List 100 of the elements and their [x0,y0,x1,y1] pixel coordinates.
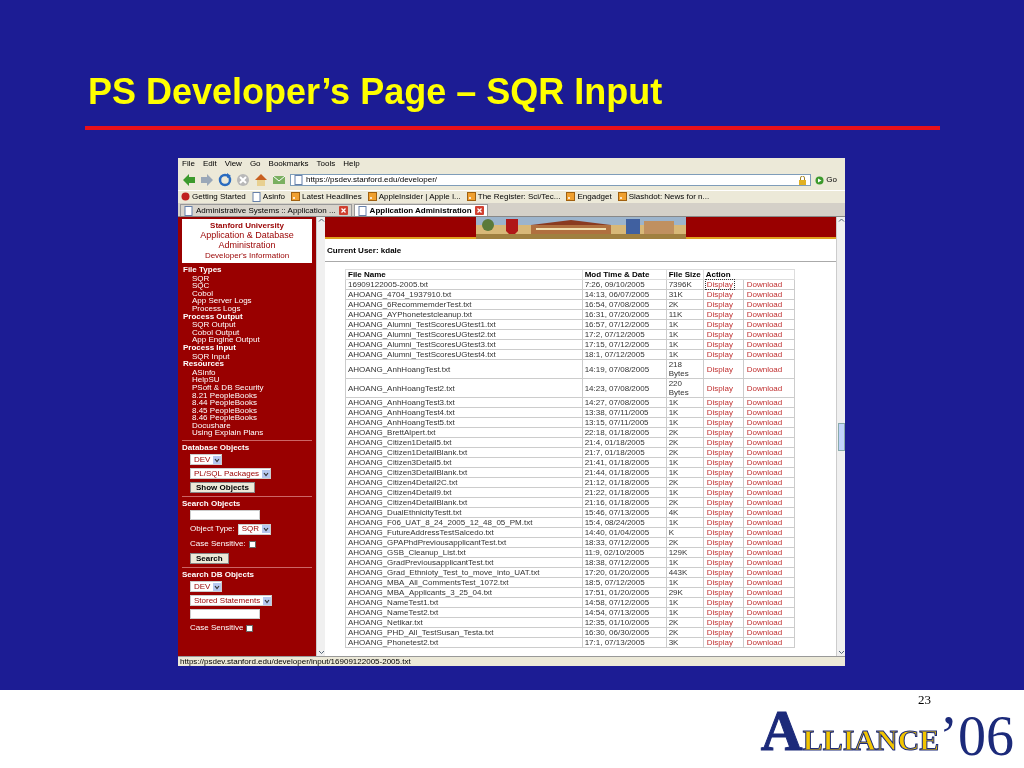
table-cell: AHOANG_Citizen3Detail5.txt [345,457,583,468]
table-cell: 13:38, 07/11/2005 [582,407,667,418]
back-arrow-icon[interactable] [182,173,196,187]
sidebar-link[interactable]: Process Logs [182,304,312,313]
table-cell: 21:7, 01/18/2005 [582,447,667,458]
table-cell: 18:38, 07/12/2005 [582,557,667,568]
table-cell: 22:18, 01/18/2005 [582,427,667,438]
menu-item[interactable]: File [182,158,195,170]
table-cell: AHOANG_AnhHoangTest2.txt [345,378,583,398]
bookmark-item[interactable]: Engadget [566,191,612,203]
browser-tab[interactable]: Administrative Systems :: Application ... [180,204,352,216]
table-cell: AHOANG_F06_UAT_8_24_2005_12_48_05_PM.txt [345,517,583,528]
menu-item[interactable]: View [224,158,242,170]
sidebar-link[interactable]: HelpSU [182,376,312,384]
table-cell: 16:54, 07/08/2005 [582,299,667,310]
menu-item[interactable]: Tools [316,158,336,170]
sidebar-link[interactable]: Cobol [182,289,312,298]
form-heading: Database Objects [182,443,251,454]
checkbox[interactable] [248,540,256,548]
table-cell: 2K [666,627,704,638]
table-cell: 13:15, 07/11/2005 [582,417,667,428]
table-cell: AHOANG_MBA_All_CommentsTest_1072.txt [345,577,583,588]
bookmark-item[interactable]: AppleInsider | Apple I... [367,191,461,203]
table-cell: AHOANG_AnhHoangTest4.txt [345,407,583,418]
table-cell: 220 Bytes [666,378,704,398]
sidebar-link[interactable]: SQR Output [182,321,312,329]
sidebar-link[interactable]: Using Explain Plans [182,429,312,438]
menu-item[interactable]: Help [343,158,360,170]
mail-icon[interactable] [272,173,286,187]
caret-icon [214,456,221,463]
scroll-down-icon[interactable] [837,649,845,656]
bookmark-item[interactable]: Asinfo [251,191,286,203]
text-field[interactable] [190,609,260,620]
table-cell: 15:46, 07/13/2005 [582,507,667,518]
forward-arrow-icon[interactable] [200,173,214,187]
form-button[interactable]: Search [190,553,229,565]
form-button[interactable]: Show Objects [190,482,255,494]
close-icon[interactable] [338,206,348,215]
table-cell: 3K [666,637,704,648]
browser-tab[interactable]: Application Administration [353,204,488,216]
app-title: Application & Database Administration [199,230,295,250]
scrollbar[interactable] [316,217,325,656]
address-bar[interactable]: https://psdev.stanford.edu/developer/ [290,174,812,186]
university-name: Stanford University [209,221,285,230]
table-cell: 2K [666,437,704,448]
bookmark-item[interactable]: The Register: Sci/Tec... [466,191,561,203]
reload-icon[interactable] [218,173,232,187]
menu-item[interactable]: Edit [202,158,217,170]
scrollbar-thumb[interactable] [837,422,845,451]
scroll-up-icon[interactable] [317,217,325,224]
sidebar-link[interactable]: Docushare [182,421,312,430]
sidebar-link[interactable]: PSoft & DB Security [182,383,312,392]
table-cell: AHOANG_Citizen3DetailBlank.txt [345,467,583,478]
bookmark-item[interactable]: Latest Headlines [291,191,362,203]
table-cell: 1K [666,457,704,468]
table-cell: 14:54, 07/13/2005 [582,607,667,618]
dropdown[interactable]: Stored Statements [190,595,273,607]
home-icon[interactable] [254,173,268,187]
table-cell: 7396K [666,279,704,290]
sidebar-link[interactable]: 8.44 PeopleBooks [182,399,312,407]
dropdown[interactable]: PL/SQL Packages [190,468,272,480]
sidebar-link[interactable]: 8.21 PeopleBooks [182,391,312,400]
sidebar-link[interactable]: 8.45 PeopleBooks [182,406,312,415]
sidebar-link[interactable]: App Server Logs [182,297,312,305]
bookmark-item[interactable]: Slashdot: News for n... [617,191,710,203]
table-cell: AHOANG_Alumni_TestScoresUGtest4.txt [345,349,583,360]
table-cell: 21:16, 01/18/2005 [582,497,667,508]
stop-icon[interactable] [236,173,250,187]
sidebar-link[interactable]: SQR Input [182,352,312,361]
table-cell: AHOANG_PHD_All_TestSusan_Testa.txt [345,627,583,638]
text-field[interactable] [190,510,260,521]
bookmark-item[interactable]: Getting Started [181,191,246,203]
scroll-down-icon[interactable] [317,649,325,656]
table-cell: 1K [666,407,704,418]
close-icon[interactable] [474,206,484,215]
sidebar-link[interactable]: SQR [182,274,312,283]
sidebar-link[interactable]: Cobol Output [182,328,312,337]
sidebar-link[interactable]: ASinfo [182,368,312,377]
table-cell: 18:1, 07/12/2005 [582,349,667,360]
column-header: File Name [345,269,583,280]
dropdown[interactable]: DEV [190,454,223,466]
go-button[interactable]: Go [815,174,837,186]
menu-item[interactable]: Bookmarks [268,158,309,170]
column-header: Action [703,269,795,280]
scrollbar[interactable] [836,217,845,656]
subtitle-link[interactable]: Developer's Information [184,251,310,260]
table-cell: 21:41, 01/18/2005 [582,457,667,468]
checkbox[interactable] [246,624,254,632]
scroll-up-icon[interactable] [837,217,845,224]
table-cell: 21:4, 01/18/2005 [582,437,667,448]
table-cell: 1K [666,577,704,588]
dropdown[interactable]: SQR [237,523,272,535]
sidebar-link[interactable]: 8.46 PeopleBooks [182,414,312,422]
table-cell: AHOANG_NameTest1.txt [345,597,583,608]
field-label: Object Type: [190,523,235,536]
sidebar-link[interactable]: App Engine Output [182,336,312,344]
table-cell: 16:30, 06/30/2005 [582,627,667,638]
menu-item[interactable]: Go [249,158,261,170]
dropdown[interactable]: DEV [190,581,223,593]
sidebar-link[interactable]: SQC [182,282,312,290]
